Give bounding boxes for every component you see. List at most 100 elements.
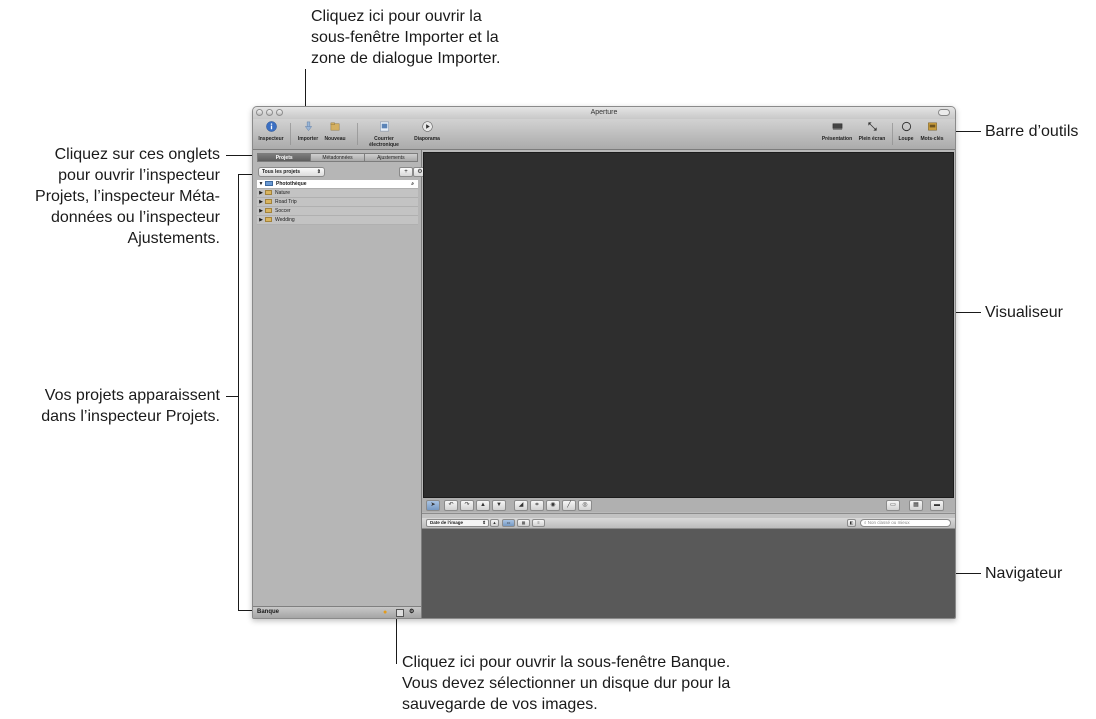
search-input[interactable]: ⌕ Non classé ou mieux <box>860 519 951 527</box>
tab-projects[interactable]: Projets <box>257 153 312 162</box>
keywords-button[interactable]: Mots-clés <box>917 121 947 142</box>
aperture-window: Aperture Inspecteur Importer Nouveau Cou… <box>252 106 956 619</box>
library-row[interactable]: ▼ Photothèque ⌕ <box>257 180 418 189</box>
chevron-updown-icon: ⇕ <box>316 169 321 175</box>
fullscreen-label: Plein écran <box>858 136 886 142</box>
callout-browser: Navigateur <box>985 563 1062 584</box>
search-icon: ⌕ <box>864 520 867 525</box>
crop-tool-button[interactable]: ⌗ <box>530 500 544 511</box>
tab-metadata[interactable]: Métadonnées <box>310 153 365 162</box>
add-project-button[interactable]: + <box>399 167 413 177</box>
browser-area[interactable] <box>422 529 955 618</box>
fullscreen-button[interactable]: Plein écran <box>856 121 888 142</box>
patch-tool-button[interactable]: ◎ <box>578 500 592 511</box>
import-icon <box>304 121 312 131</box>
callout-projects: Vos projets apparaissent dans l’inspecte… <box>41 385 220 427</box>
callout-tabs-line-3: Projets, l’inspecteur Méta- <box>35 188 220 205</box>
keywords-label: Mots-clés <box>920 136 944 142</box>
close-button[interactable] <box>256 109 263 116</box>
search-icon[interactable]: ⌕ <box>411 180 414 188</box>
info-icon <box>265 121 277 132</box>
inspector-label: Inspecteur <box>258 136 284 142</box>
keywords-icon <box>927 122 937 131</box>
window-title: Aperture <box>590 109 618 116</box>
project-row[interactable]: ▶ Wedding <box>257 216 418 225</box>
callout-projects-line-2: dans l’inspecteur Projets. <box>41 408 220 425</box>
retouch-tool-button[interactable]: ╱ <box>562 500 576 511</box>
vault-status-icon: ● <box>383 609 388 616</box>
inspector-tabs: Projets Métadonnées Ajustements <box>257 153 418 162</box>
list-view-button[interactable]: ≡ <box>532 519 545 527</box>
filmstrip-view-button[interactable]: ▭ <box>502 519 515 527</box>
slideshow-label: Diaporama <box>414 136 440 142</box>
library-icon <box>265 181 273 187</box>
callout-browser-text: Navigateur <box>985 565 1063 582</box>
stamp-tool-button[interactable]: ▼ <box>492 500 506 511</box>
eye-icon: ◎ <box>582 502 588 508</box>
vault-icon[interactable] <box>396 609 404 617</box>
slideshow-button[interactable]: Diaporama <box>411 121 443 142</box>
callout-tabs-line-2: pour ouvrir l’inspecteur <box>58 167 220 184</box>
selection-tool-button[interactable]: ➤ <box>426 500 440 511</box>
callout-vault-line-1: Cliquez ici pour ouvrir la sous-fenêtre … <box>402 654 731 671</box>
import-label: Importer <box>297 136 319 142</box>
minimize-button[interactable] <box>266 109 273 116</box>
stamp-icon: ▼ <box>496 502 502 508</box>
callout-vault-line-3: sauvegarde de vos images. <box>402 696 598 713</box>
project-label: Wedding <box>275 217 295 223</box>
gear-icon[interactable]: ⚙ <box>409 607 414 618</box>
fullscreen-icon <box>867 122 877 131</box>
brush-icon: ╱ <box>567 502 571 508</box>
grid-view-button[interactable]: ▦ <box>517 519 530 527</box>
viewer-mode-button[interactable]: ▬ <box>930 500 944 511</box>
import-button[interactable]: Importer <box>295 121 321 142</box>
browser-view-button[interactable]: ▦ <box>909 500 923 511</box>
grid-icon: ▦ <box>521 520 526 525</box>
project-row[interactable]: ▶ Nature <box>257 189 418 198</box>
disclosure-closed-icon[interactable]: ▶ <box>257 198 265 206</box>
callout-viewer-line <box>955 312 981 313</box>
callout-tabs-line-5: Ajustements. <box>127 230 220 247</box>
display-options-button[interactable]: ▭ <box>886 500 900 511</box>
presentation-button[interactable]: Présentation <box>820 121 854 142</box>
disclosure-open-icon[interactable]: ▼ <box>257 180 265 188</box>
disclosure-closed-icon[interactable]: ▶ <box>257 216 265 224</box>
lift-tool-button[interactable]: ▲ <box>476 500 490 511</box>
tab-adjustments[interactable]: Ajustements <box>363 153 418 162</box>
project-label: Nature <box>275 190 291 196</box>
monitor-icon: ▭ <box>890 502 896 508</box>
new-folder-icon <box>330 122 339 131</box>
sort-popup[interactable]: Date de l’image ⇕ <box>426 519 489 527</box>
callout-viewer-text: Visualiseur <box>985 304 1063 321</box>
redeye-tool-button[interactable]: ◉ <box>546 500 560 511</box>
callout-tabs: Cliquez sur ces onglets pour ouvrir l’in… <box>35 144 220 249</box>
loupe-label: Loupe <box>898 136 914 142</box>
email-button[interactable]: Courrier électronique <box>362 121 406 148</box>
viewer[interactable] <box>423 152 954 498</box>
rotate-right-button[interactable]: ↷ <box>460 500 474 511</box>
callout-tabs-line-1: Cliquez sur ces onglets <box>54 146 220 163</box>
browser-toolbar: Date de l’image ⇕ ▲ ▭ ▦ ≡ ◧ ⌕ Non classé… <box>422 518 955 529</box>
projects-filter-popup[interactable]: Tous les projets ⇕ <box>258 167 325 177</box>
new-button[interactable]: Nouveau <box>323 121 347 142</box>
projects-inspector: Projets Métadonnées Ajustements Tous les… <box>253 150 427 618</box>
straighten-tool-button[interactable]: ◢ <box>514 500 528 511</box>
loupe-button[interactable]: Loupe <box>897 121 915 142</box>
sort-direction-button[interactable]: ▲ <box>490 519 499 527</box>
project-row[interactable]: ▶ Soccer <box>257 207 418 216</box>
project-row[interactable]: ▶ Road Trip <box>257 198 418 207</box>
folder-icon <box>265 208 272 214</box>
query-hud-button[interactable]: ◧ <box>847 519 856 527</box>
vault-bar: Banque ● ⚙ <box>253 606 421 618</box>
project-list: ▼ Photothèque ⌕ ▶ Nature ▶ Road Trip ▶ Socce… <box>257 180 418 225</box>
rotate-right-icon: ↷ <box>464 502 470 508</box>
rotate-left-button[interactable]: ↶ <box>444 500 458 511</box>
inspector-button[interactable]: Inspecteur <box>255 121 287 142</box>
zoom-button[interactable] <box>276 109 283 116</box>
project-label: Road Trip <box>275 199 297 205</box>
sort-arrow-icon: ▲ <box>492 520 497 525</box>
disclosure-closed-icon[interactable]: ▶ <box>257 207 265 215</box>
disclosure-closed-icon[interactable]: ▶ <box>257 189 265 197</box>
toolbar-toggle-button[interactable] <box>938 109 950 116</box>
toolbar-separator <box>892 123 893 145</box>
